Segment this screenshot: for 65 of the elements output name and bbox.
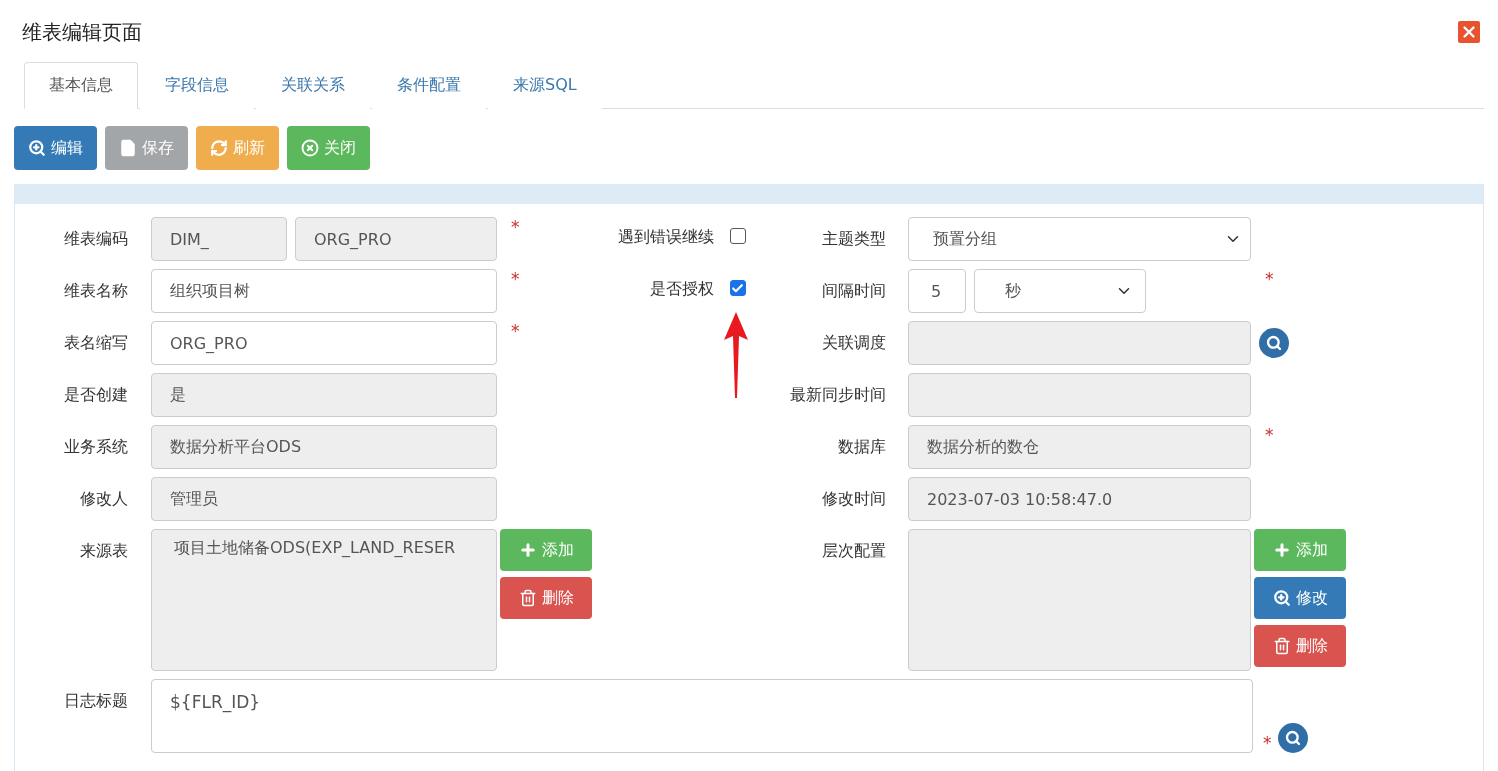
plus-icon — [1272, 541, 1291, 559]
text-field[interactable]: 数据分析的数仓 — [908, 425, 1251, 469]
circle-x-icon — [301, 139, 319, 157]
checkbox-label: 是否授权 — [649, 278, 714, 300]
refresh-icon — [210, 139, 228, 157]
file-icon — [119, 139, 137, 157]
delete-button[interactable]: 删除 — [1254, 625, 1346, 667]
list-field[interactable] — [908, 529, 1251, 671]
text-field[interactable] — [908, 321, 1251, 365]
textarea-field[interactable]: ${FLR_ID} — [151, 679, 1253, 753]
search-button[interactable] — [1259, 328, 1289, 358]
edit-button[interactable]: 编辑 — [14, 126, 97, 170]
field-label: 层次配置 — [821, 540, 887, 562]
trash-icon — [1272, 637, 1291, 655]
tab[interactable]: 基本信息 — [24, 62, 138, 109]
plus-icon — [518, 541, 537, 559]
field-label: 修改人 — [79, 488, 129, 510]
text-field[interactable]: 是 — [151, 373, 497, 417]
zoom-in-icon — [1272, 589, 1291, 607]
delete-button[interactable]: 删除 — [500, 577, 592, 619]
text-field[interactable] — [908, 373, 1251, 417]
select-field[interactable]: 秒 — [974, 269, 1146, 313]
checkbox[interactable] — [729, 228, 746, 244]
required-mark: * — [1264, 424, 1274, 445]
text-field[interactable]: ORG_PRO — [151, 321, 497, 365]
list-field[interactable]: 项目土地储备ODS(EXP_LAND_RESER — [151, 529, 497, 671]
select-field[interactable]: 预置分组 — [908, 217, 1251, 261]
field-label: 来源表 — [79, 540, 129, 562]
field-label: 间隔时间 — [821, 280, 887, 302]
list-item[interactable]: 项目土地储备ODS(EXP_LAND_RESER — [174, 538, 456, 559]
edit-button[interactable]: 修改 — [1254, 577, 1346, 619]
close-icon — [1460, 23, 1478, 41]
field-label: 修改时间 — [821, 488, 887, 510]
field-label: 维表编码 — [63, 228, 129, 250]
field-label: 是否创建 — [63, 384, 129, 406]
search-button[interactable] — [1277, 723, 1308, 753]
text-field[interactable]: ORG_PRO — [295, 217, 497, 261]
window-title: 维表编辑页面 — [22, 18, 142, 46]
field-label: 维表名称 — [63, 280, 129, 302]
search-icon — [1266, 335, 1282, 351]
text-field[interactable]: 数据分析平台ODS — [151, 425, 497, 469]
check-icon — [731, 281, 744, 295]
field-label: 日志标题 — [63, 690, 129, 712]
zoom-in-icon — [28, 139, 46, 157]
text-field[interactable]: 组织项目树 — [151, 269, 497, 313]
field-label: 表名缩写 — [63, 332, 129, 354]
number-field[interactable]: 5 — [908, 269, 966, 313]
trash-icon — [518, 589, 537, 607]
checkbox[interactable] — [729, 280, 746, 296]
field-label: 主题类型 — [821, 228, 887, 250]
text-field[interactable]: 2023-07-03 10:58:47.0 — [908, 477, 1251, 521]
field-label: 数据库 — [837, 436, 887, 458]
required-mark: * — [1264, 268, 1274, 289]
required-mark: * — [510, 268, 520, 289]
search-icon — [1284, 730, 1301, 746]
text-field[interactable]: DIM_ — [151, 217, 287, 261]
required-mark: * — [510, 216, 520, 237]
field-label: 业务系统 — [63, 436, 129, 458]
close-button[interactable] — [1458, 21, 1480, 43]
field-label: 最新同步时间 — [789, 384, 887, 406]
field-label: 关联调度 — [821, 332, 887, 354]
required-mark: * — [510, 320, 520, 341]
checkbox-label: 遇到错误继续 — [617, 226, 714, 248]
text-field[interactable]: 管理员 — [151, 477, 497, 521]
required-mark: * — [1263, 733, 1272, 753]
